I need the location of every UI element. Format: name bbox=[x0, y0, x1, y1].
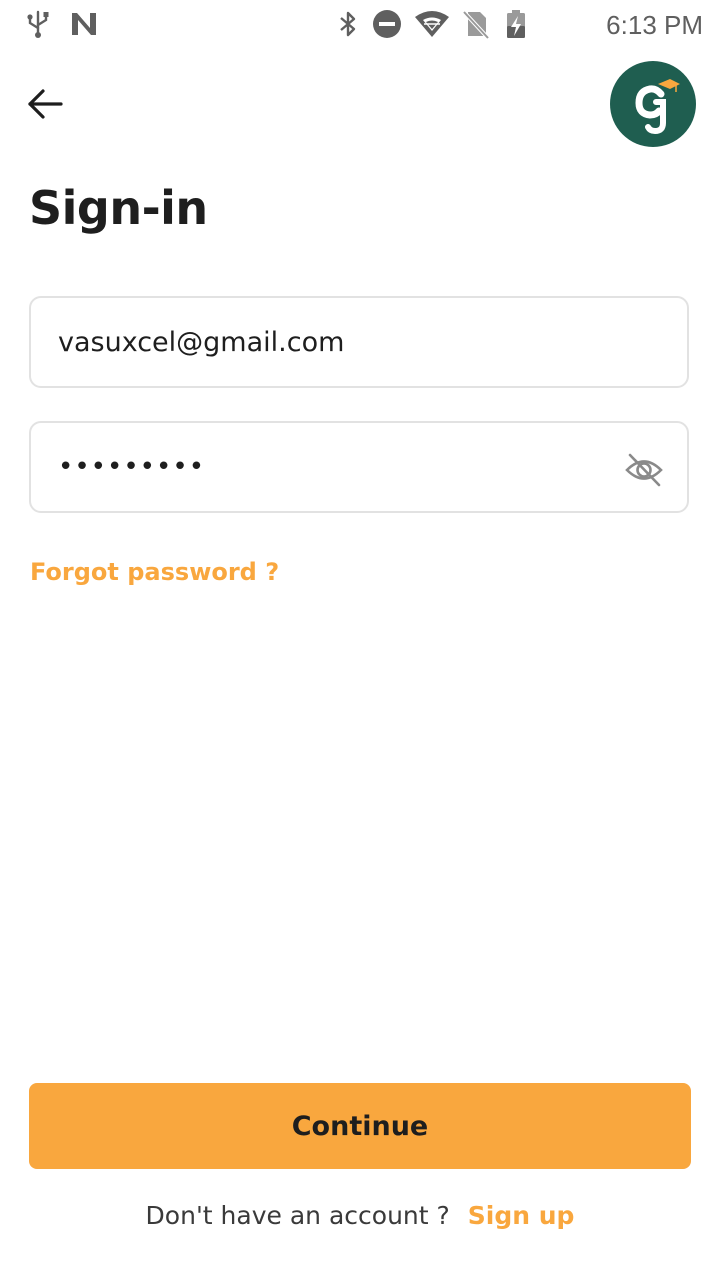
sign-in-screen: 6:13 PM Sign-in vasuxcel@gmail.com •••••… bbox=[0, 0, 720, 1280]
continue-button[interactable]: Continue bbox=[29, 1083, 691, 1169]
wifi-icon bbox=[415, 11, 449, 37]
password-visibility-toggle[interactable] bbox=[624, 450, 664, 490]
status-bar: 6:13 PM bbox=[0, 0, 720, 50]
avatar[interactable] bbox=[610, 61, 696, 147]
app-logo-icon bbox=[635, 79, 680, 135]
arrow-left-icon bbox=[28, 89, 63, 119]
signup-row: Don't have an account ? Sign up bbox=[0, 1198, 720, 1234]
do-not-disturb-icon bbox=[373, 10, 401, 38]
n-notification-icon bbox=[72, 13, 96, 35]
signup-link[interactable]: Sign up bbox=[468, 1201, 575, 1230]
password-input[interactable] bbox=[58, 423, 598, 511]
email-field[interactable] bbox=[29, 296, 689, 388]
usb-icon bbox=[27, 10, 49, 38]
bluetooth-icon bbox=[340, 11, 356, 37]
status-time: 6:13 PM bbox=[606, 10, 703, 40]
back-button[interactable] bbox=[22, 82, 68, 128]
email-input[interactable] bbox=[58, 298, 658, 386]
signup-prompt: Don't have an account ? bbox=[145, 1201, 450, 1230]
forgot-password-link[interactable]: Forgot password ? bbox=[30, 554, 279, 590]
page-title: Sign-in bbox=[29, 181, 208, 235]
eye-off-icon bbox=[625, 453, 663, 487]
no-sim-icon bbox=[462, 10, 490, 40]
battery-charging-icon bbox=[507, 10, 525, 38]
password-field[interactable] bbox=[29, 421, 689, 513]
